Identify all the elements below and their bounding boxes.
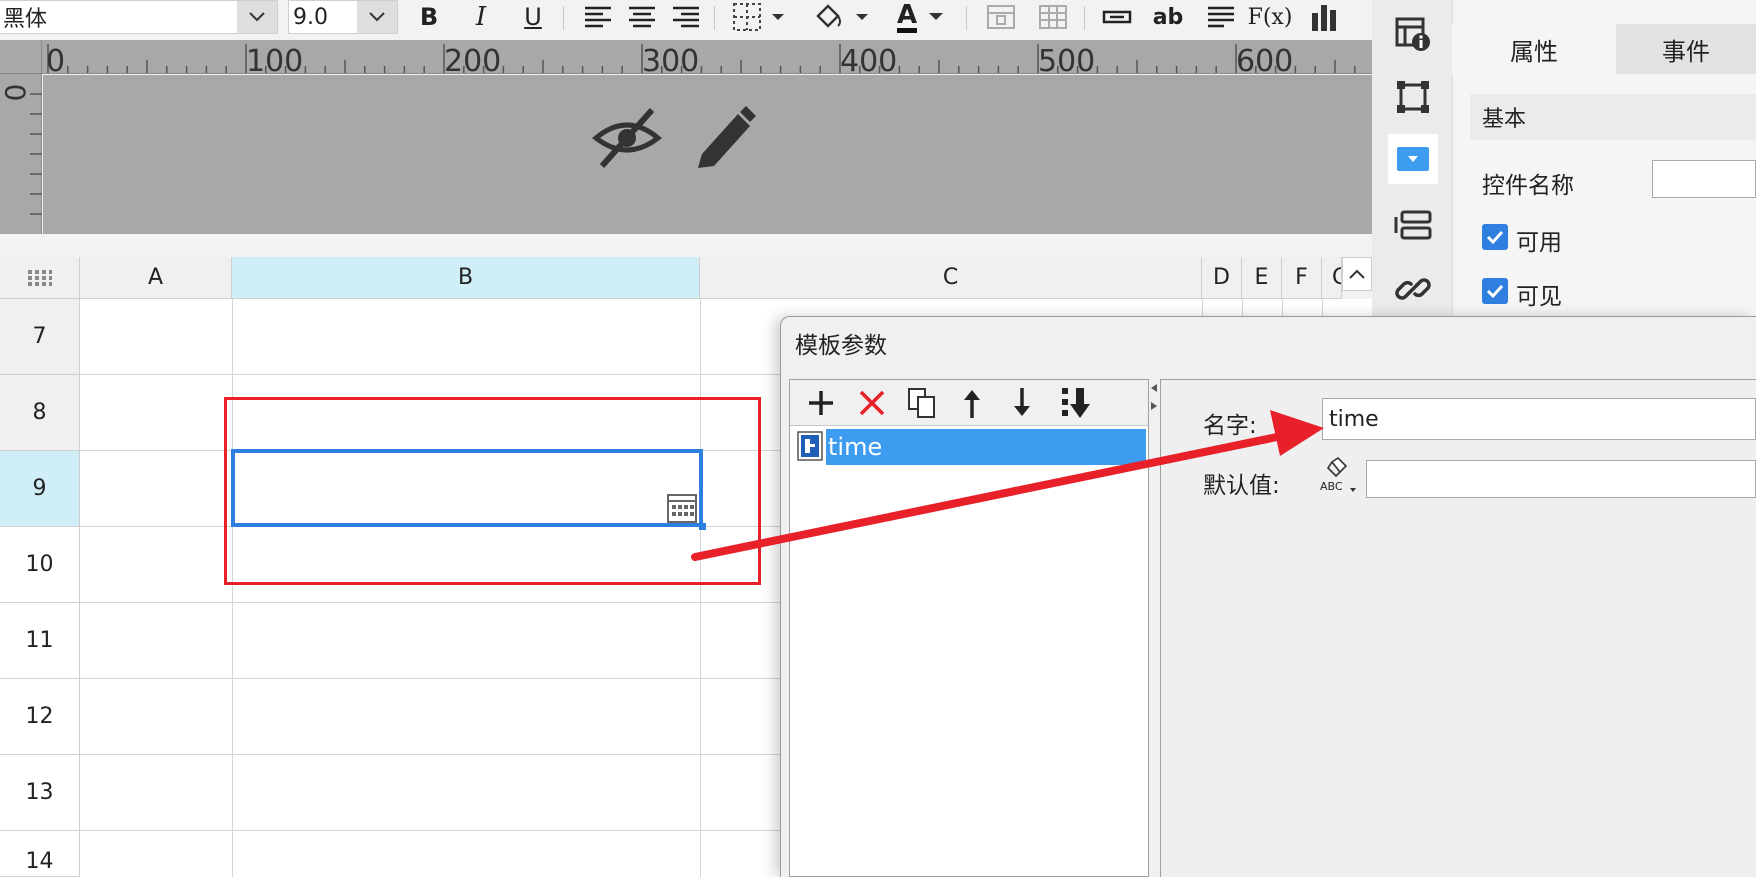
widget-info-icon[interactable] — [1388, 9, 1438, 59]
column-header-d[interactable]: D — [1202, 257, 1242, 299]
horizontal-ruler: 0 100 200 300 400 500 600 — [42, 40, 1372, 74]
row-gridline — [80, 374, 780, 375]
align-left-icon[interactable] — [582, 2, 614, 32]
splitter-arrows-icon[interactable] — [1150, 382, 1158, 412]
ruler-mark: 300 — [642, 44, 700, 74]
font-color-button[interactable]: A — [890, 2, 954, 33]
move-bottom-icon[interactable] — [1058, 384, 1096, 422]
ruler-mark: 500 — [1038, 44, 1096, 74]
split-cells-icon[interactable] — [1036, 2, 1070, 32]
toolbar-separator — [1084, 6, 1085, 30]
delete-icon[interactable] — [853, 384, 891, 422]
link-icon[interactable] — [1388, 264, 1438, 314]
collapse-up-button[interactable] — [1342, 257, 1372, 291]
fill-color-icon[interactable] — [812, 2, 872, 32]
paragraph-icon[interactable] — [1204, 2, 1238, 32]
row-gridline — [80, 830, 780, 831]
name-input[interactable]: time — [1322, 398, 1756, 440]
default-value-label: 默认值: — [1203, 473, 1280, 499]
pencil-icon[interactable] — [694, 104, 756, 168]
parameter-icon — [797, 431, 825, 463]
add-icon[interactable] — [802, 384, 840, 422]
toolbar-separator — [966, 6, 967, 30]
column-header-a[interactable]: A — [80, 257, 232, 299]
row-header-10[interactable]: 10 — [0, 527, 80, 603]
control-name-input[interactable] — [1652, 160, 1756, 198]
annotation-highlight-box — [224, 397, 761, 585]
dropdown-widget-icon[interactable] — [1388, 134, 1438, 184]
row-gridline — [80, 678, 780, 679]
align-right-icon[interactable] — [670, 2, 702, 32]
enabled-label: 可用 — [1516, 230, 1562, 256]
toolbar-separator — [714, 6, 715, 30]
column-header-g[interactable]: G — [1322, 257, 1342, 299]
underline-button[interactable]: U — [518, 2, 548, 32]
row-header-8[interactable]: 8 — [0, 375, 80, 451]
font-size-value: 9.0 — [293, 4, 328, 30]
row-gridline — [80, 602, 780, 603]
font-name-value: 黑体 — [3, 7, 48, 32]
ruler-mark: 0 — [0, 83, 32, 102]
italic-button[interactable]: I — [466, 2, 496, 32]
row-header-11[interactable]: 11 — [0, 603, 80, 679]
row-header-13[interactable]: 13 — [0, 755, 80, 831]
copy-icon[interactable] — [903, 384, 941, 422]
chevron-down-icon[interactable] — [357, 1, 397, 33]
align-center-icon[interactable] — [626, 2, 658, 32]
ruler-mark: 0 — [46, 44, 66, 74]
wrap-text-button[interactable]: ab — [1150, 2, 1186, 32]
visible-checkbox[interactable] — [1482, 278, 1508, 304]
move-up-icon[interactable] — [953, 384, 991, 422]
section-basic[interactable]: 基本 — [1470, 94, 1756, 140]
move-down-icon[interactable] — [1003, 384, 1041, 422]
ruler-mark: 400 — [840, 44, 898, 74]
visible-label: 可见 — [1516, 284, 1562, 310]
toolbar-separator — [563, 6, 564, 30]
eye-slash-icon[interactable] — [592, 104, 662, 170]
text-field-icon[interactable] — [1100, 2, 1134, 32]
chevron-down-icon[interactable] — [237, 1, 277, 33]
column-gridline — [700, 299, 701, 877]
ruler-mark: 600 — [1236, 44, 1294, 74]
frame-icon[interactable] — [1388, 72, 1438, 122]
font-name-select[interactable]: 黑体 — [0, 0, 278, 34]
select-all-corner[interactable] — [0, 257, 80, 299]
formula-button[interactable]: F(x) — [1248, 2, 1293, 32]
column-header-e[interactable]: E — [1242, 257, 1282, 299]
layout-icon[interactable] — [1388, 200, 1438, 250]
font-color-label: A — [896, 2, 918, 33]
value-type-icon[interactable]: ABC — [1318, 456, 1358, 496]
bold-button[interactable]: B — [414, 2, 444, 32]
tab-properties[interactable]: 属性 — [1452, 24, 1616, 74]
column-header-c[interactable]: C — [700, 257, 1202, 299]
row-header-12[interactable]: 12 — [0, 679, 80, 755]
ruler-mark: 200 — [444, 44, 502, 74]
chart-icon[interactable] — [1308, 2, 1342, 32]
column-header-b[interactable]: B — [232, 257, 700, 299]
svg-text:ABC: ABC — [1320, 480, 1343, 493]
name-label: 名字: — [1203, 413, 1257, 439]
column-header-f[interactable]: F — [1282, 257, 1322, 299]
enabled-checkbox[interactable] — [1482, 224, 1508, 250]
border-icon[interactable] — [732, 2, 788, 32]
dialog-title: 模板参数 — [795, 333, 887, 359]
row-header-7[interactable]: 7 — [0, 299, 80, 375]
merge-cells-icon[interactable] — [984, 2, 1018, 32]
vertical-ruler: 0 — [0, 74, 42, 234]
ruler-mark: 100 — [246, 44, 304, 74]
font-size-select[interactable]: 9.0 — [288, 0, 398, 34]
tab-events[interactable]: 事件 — [1616, 24, 1756, 74]
row-gridline — [80, 754, 780, 755]
column-gridline — [232, 299, 233, 877]
ruler-corner — [0, 40, 42, 74]
control-name-label: 控件名称 — [1482, 173, 1574, 199]
param-item-time[interactable]: time — [826, 429, 1146, 465]
row-header-9[interactable]: 9 — [0, 451, 80, 527]
param-detail-pane — [1160, 379, 1756, 877]
row-header-14[interactable]: 14 — [0, 831, 80, 877]
default-value-input[interactable] — [1366, 460, 1756, 498]
